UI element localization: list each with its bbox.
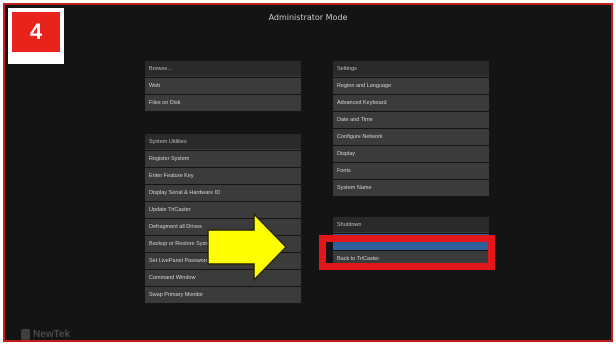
step-number-badge: 4 [8, 8, 64, 64]
display-serial-item[interactable]: Display Serial & Hardware ID [145, 185, 301, 201]
shutdown-header: Shutdown [333, 217, 489, 233]
display-item[interactable]: Display [333, 146, 489, 162]
register-system-item[interactable]: Register System [145, 151, 301, 167]
system-utilities-header: System Utilities [145, 134, 301, 150]
date-time-item[interactable]: Date and Time [333, 112, 489, 128]
highlight-box [319, 235, 495, 270]
browse-header: Browse... [145, 61, 301, 77]
browse-item-web[interactable]: Web [145, 78, 301, 94]
configure-network-item[interactable]: Configure Network [333, 129, 489, 145]
step-number: 4 [12, 12, 60, 52]
arrow-right-icon [207, 212, 288, 282]
browse-item-files-on-disk[interactable]: Files on Disk [145, 95, 301, 111]
enter-feature-key-item[interactable]: Enter Feature Key [145, 168, 301, 184]
admin-mode-screen: Administrator Mode Browse... Web Files o… [3, 3, 613, 342]
system-name-item[interactable]: System Name [333, 180, 489, 196]
logo-text: NewTek [33, 329, 71, 340]
advanced-keyboard-item[interactable]: Advanced Keyboard [333, 95, 489, 111]
settings-panel: Settings Region and Language Advanced Ke… [333, 61, 489, 196]
window-title: Administrator Mode [268, 13, 348, 22]
region-language-item[interactable]: Region and Language [333, 78, 489, 94]
swap-primary-monitor-item[interactable]: Swap Primary Monitor [145, 287, 301, 303]
browse-panel: Browse... Web Files on Disk [145, 61, 301, 111]
fonts-item[interactable]: Fonts [333, 163, 489, 179]
newtek-logo: NewTek [21, 329, 70, 340]
newtek-logo-icon [21, 329, 30, 340]
settings-header: Settings [333, 61, 489, 77]
